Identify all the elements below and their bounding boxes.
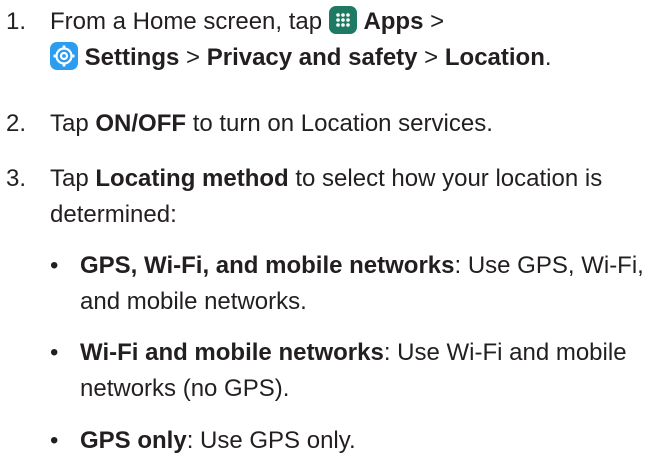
apps-label: Apps <box>363 8 424 35</box>
bullet: • <box>50 427 59 454</box>
bullet-text: GPS, Wi-Fi, and mobile networks: Use GPS… <box>80 248 655 320</box>
settings-gear-icon <box>50 42 78 70</box>
separator: > <box>179 44 207 71</box>
bullet-title: Wi-Fi and mobile networks <box>80 339 384 366</box>
bullet-text: Wi-Fi and mobile networks: Use Wi-Fi and… <box>80 335 655 407</box>
bullet-text: GPS only: Use GPS only. <box>80 423 655 459</box>
step-suffix: to turn on Location services. <box>186 110 493 137</box>
bullet-title: GPS, Wi-Fi, and mobile networks <box>80 252 455 279</box>
onoff-label: ON/OFF <box>95 110 187 137</box>
step-number: 2. <box>6 110 27 137</box>
bullet-title: GPS only <box>80 427 187 454</box>
location-label: Location <box>444 44 545 71</box>
bullet: • <box>50 252 59 279</box>
step-text: Tap Locating method to select how your l… <box>50 161 650 233</box>
locating-method-label: Locating method <box>95 165 289 192</box>
bullet: • <box>50 339 59 366</box>
apps-grid-icon <box>328 6 357 34</box>
period: . <box>544 44 552 71</box>
step-number: 3. <box>6 165 27 192</box>
step-text: From a Home screen, tap Apps > Settings … <box>50 4 650 76</box>
privacy-label: Privacy and safety <box>206 44 418 71</box>
separator: > <box>423 8 445 35</box>
step-prefix: Tap <box>50 165 96 192</box>
step-number: 1. <box>6 8 27 35</box>
step-prefix: From a Home screen, tap <box>50 8 329 35</box>
step-text: Tap ON/OFF to turn on Location services. <box>50 106 650 142</box>
separator: > <box>417 44 445 71</box>
settings-label: Settings <box>84 44 180 71</box>
step-prefix: Tap <box>50 110 96 137</box>
bullet-desc: : Use GPS only. <box>186 427 356 454</box>
